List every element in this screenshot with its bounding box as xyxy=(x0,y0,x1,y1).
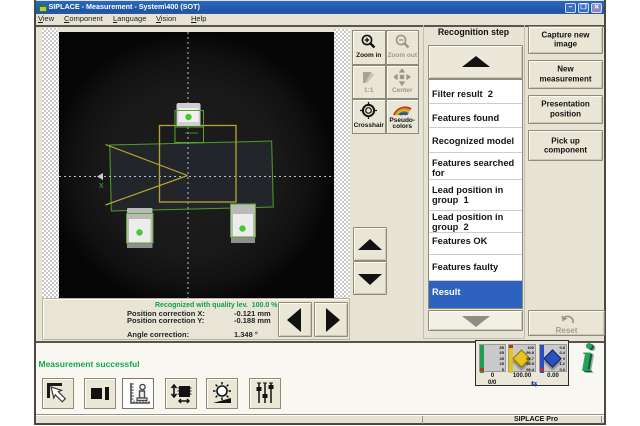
svg-text:i: i xyxy=(581,340,592,376)
svg-text:X: X xyxy=(99,183,104,190)
